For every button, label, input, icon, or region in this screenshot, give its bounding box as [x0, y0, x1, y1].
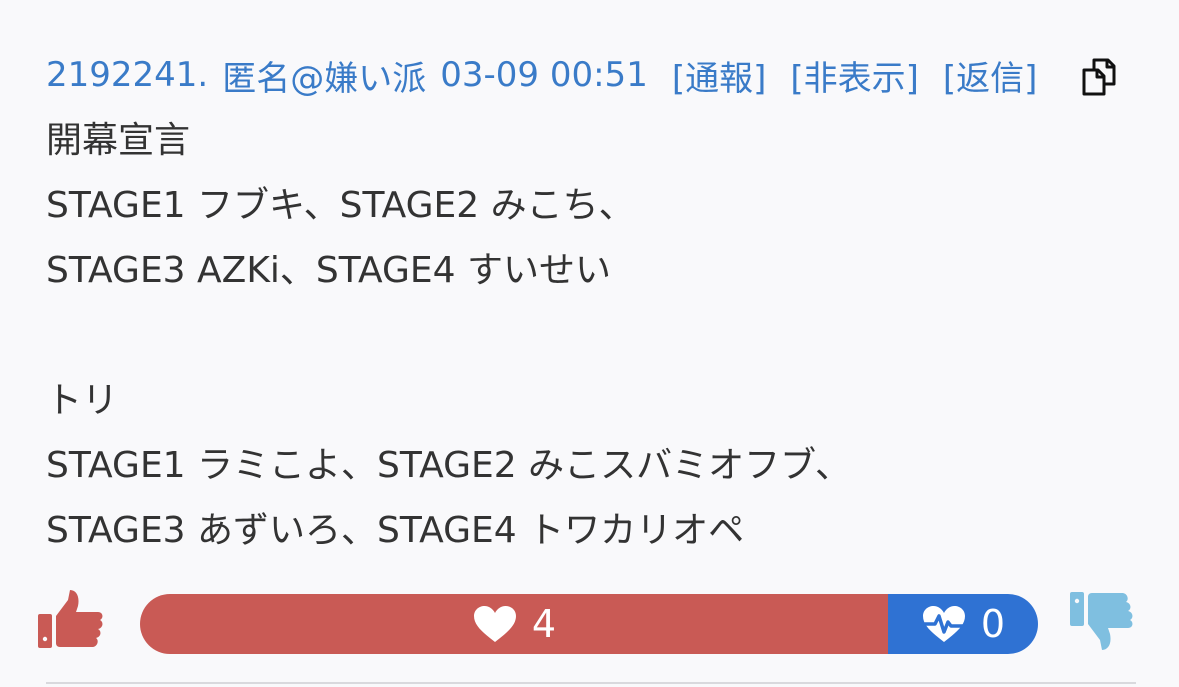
- copy-icon[interactable]: [1080, 56, 1124, 96]
- post-divider: [46, 682, 1136, 684]
- heartbeat-icon: [922, 606, 965, 642]
- post: 2192241. 匿名@嫌い派 03-09 00:51 [通報] [非表示] […: [0, 0, 1179, 687]
- post-line: STAGE1 ラミこよ、STAGE2 みこスバミオフブ、: [46, 445, 851, 486]
- thumbs-down-icon[interactable]: [1070, 588, 1136, 652]
- post-number: 2192241.: [46, 55, 209, 95]
- post-line: STAGE3 あずいろ、STAGE4 トワカリオペ: [46, 510, 745, 551]
- post-line: STAGE1 フブキ、STAGE2 みこち、: [46, 185, 635, 226]
- post-line: トリ: [46, 380, 119, 421]
- like-count: 4: [531, 602, 557, 646]
- post-line: [46, 303, 1146, 368]
- post-header: 2192241. 匿名@嫌い派 03-09 00:51 [通報] [非表示] […: [46, 50, 1061, 100]
- vote-bar: 4 0: [36, 588, 1146, 658]
- reply-link[interactable]: [返信]: [943, 51, 1038, 100]
- post-author: 匿名@嫌い派: [222, 58, 427, 99]
- post-line: 開幕宣言: [46, 120, 191, 161]
- dislike-count: 0: [980, 602, 1006, 646]
- report-link[interactable]: [通報]: [672, 51, 767, 100]
- dislike-button[interactable]: 0: [888, 594, 1038, 654]
- vote-ratio-bar: 4 0: [140, 594, 1038, 654]
- post-line: STAGE3 AZKi、STAGE4 すいせい: [46, 250, 611, 291]
- post-timestamp: 03-09 00:51: [440, 55, 648, 95]
- hide-link[interactable]: [非表示]: [790, 51, 919, 100]
- heart-icon: [473, 606, 516, 642]
- post-body: 開幕宣言 STAGE1 フブキ、STAGE2 みこち、 STAGE3 AZKi、…: [46, 108, 1146, 563]
- thumbs-up-icon[interactable]: [36, 588, 106, 652]
- like-button[interactable]: 4: [140, 594, 888, 654]
